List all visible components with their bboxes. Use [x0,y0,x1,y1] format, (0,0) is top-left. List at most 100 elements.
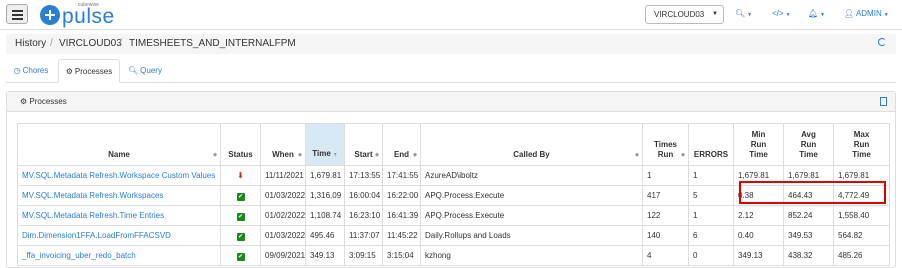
column-header-label: Called By [513,150,550,159]
gears-icon: ⚙ [65,67,73,76]
column-header-label: ERRORS [693,150,729,159]
error-download-icon: ⬇ [237,171,244,180]
cell-errors: 1 [688,165,734,186]
tab-query[interactable]: 🔍︎ Query [124,59,166,83]
column-header-when[interactable]: When ◆ [260,123,306,166]
cell-name[interactable]: MV.SQL.Metadata Refresh.Workspaces [17,185,221,206]
cell-status: ✔ [220,185,261,206]
cell-when: 01/03/2022 [260,225,306,246]
user-name: ADMIN [855,9,882,18]
export-icon[interactable] [880,97,887,106]
cell-avg: 852.24 [783,205,834,226]
sort-icon: ◆ [413,152,417,158]
code-icon: </> [772,9,784,18]
column-header-avg-run-time[interactable]: Avg Run Time [783,123,834,166]
cell-times-run: 417 [642,185,689,206]
breadcrumb-server[interactable]: VIRCLOUD03 [59,38,122,49]
cell-called-by: kzhong [420,245,643,266]
table-row[interactable]: _ffa_invoicing_uber_redo_batch ✔ 09/09/202… [17,245,890,266]
breadcrumb-history[interactable]: History [15,38,46,49]
column-header-max-run-time[interactable]: Max Run Time [833,123,890,166]
pulse-logo-icon[interactable] [40,5,60,25]
cell-called-by: AzureAD\iboltz [420,165,643,186]
column-header-label: Start [354,150,373,159]
column-header-end[interactable]: End ◆ [382,123,421,166]
column-header-errors[interactable]: ERRORS [688,123,734,166]
cell-avg: 438.32 [783,245,834,266]
breadcrumb-separator: / [119,38,122,49]
column-header-label: Avg [801,130,816,139]
cell-max: 485.26 [833,245,890,266]
cell-name[interactable]: MV.SQL.Metadata Refresh.Workspace Custom… [17,165,221,186]
table-row[interactable]: MV.SQL.Metadata Refresh.Time Entries ✔ 01/… [17,205,890,226]
sort-icon: ◆ [213,152,217,158]
tab-chores[interactable]: ◷ Chores [6,59,56,83]
column-header-label: Time [852,150,871,159]
breadcrumb-separator: / [50,38,53,49]
user-menu[interactable]: 👤︎ ADMIN ▼ [844,9,889,18]
column-header-status[interactable]: Status [220,123,261,166]
column-header-time[interactable]: Time ▼ [305,123,345,166]
column-header-label: Name [108,150,130,159]
cell-min: 349.13 [733,245,784,266]
column-header-label: Run [853,140,870,149]
tab-processes[interactable]: ⚙ Processes [58,59,120,83]
logo-text[interactable]: pulse [62,5,115,29]
cell-status: ✔ [220,225,261,246]
column-header-times-run[interactable]: Times Run ◆ [642,123,689,166]
cell-start: 3:09:15 [344,245,383,266]
menu-toggle-button[interactable] [6,4,28,24]
cell-name[interactable]: _ffa_invoicing_uber_redo_batch [17,245,221,266]
highlight-annotation-box [739,181,886,204]
sort-icon: ◆ [681,152,685,158]
column-header-min-run-time[interactable]: Min Run Time [733,123,784,166]
cell-avg: 349.53 [783,225,834,246]
cell-status: ✔ [220,245,261,266]
cell-start: 17:13:55 [344,165,383,186]
search-icon: 🔍︎ [735,9,746,18]
breadcrumb: History / VIRCLOUD03 / TIMESHEETS_AND_IN… [6,34,896,54]
cell-time: 1,679.81 [305,165,345,186]
success-check-icon: ✔ [236,232,245,241]
column-header-label: Status [228,150,253,159]
column-header-label: End [393,150,410,159]
clock-icon: ◷ [13,66,21,75]
code-menu[interactable]: </> ▼ [772,9,791,18]
success-check-icon: ✔ [236,212,245,221]
cell-errors: 6 [688,225,734,246]
refresh-icon[interactable] [878,38,886,46]
column-header-label: Time [749,150,768,159]
cell-end: 16:22:00 [382,185,421,206]
search-menu[interactable]: 🔍︎ ▼ [735,9,752,18]
top-navbar: cubewise pulse VIRCLOUD03 ▼ 🔍︎ ▼ </> ▼ 🔔︎ ▼… [0,0,902,30]
cell-times-run: 122 [642,205,689,226]
tab-chores-label: Chores [22,66,49,75]
table-header-row: Name ◆ Status When ◆ Time ▼ Start ◆ End ◆ Called By… [17,123,890,166]
bell-icon: 🔔︎ [808,9,819,18]
processes-panel: ⚙ Processes Name ◆ Status When ◆ Time ▼ Start ◆ E… [6,91,896,268]
cell-called-by: APQ.Process.Execute [420,205,643,226]
panel-title-text: Processes [29,97,67,106]
cell-start: 16:23:10 [344,205,383,226]
cell-times-run: 4 [642,245,689,266]
column-header-label: Run [800,140,817,149]
cell-start: 11:37:07 [344,225,383,246]
column-header-label: When [272,150,294,159]
column-header-called-by[interactable]: Called By ◆ [420,123,643,166]
column-header-label: Time [312,149,331,158]
notifications-menu[interactable]: 🔔︎ ▼ [808,9,825,18]
cell-called-by: Daily.Rollups and Loads [420,225,643,246]
cell-status: ⬇ [220,165,261,186]
table-row[interactable]: Dim.Dimension1FFA.LoadFromFFACSVD ✔ 01/03/… [17,225,890,246]
sort-icon: ◆ [298,152,302,158]
cell-name[interactable]: Dim.Dimension1FFA.LoadFromFFACSVD [17,225,221,246]
column-header-start[interactable]: Start ◆ [344,123,383,166]
column-header-label: Times [654,140,677,149]
cell-times-run: 140 [642,225,689,246]
column-header-label: Max [853,130,870,139]
sort-icon: ◆ [635,152,639,158]
column-header-name[interactable]: Name ◆ [17,123,221,166]
cell-name[interactable]: MV.SQL.Metadata Refresh.Time Entries [17,205,221,226]
column-header-label: Run [657,150,674,159]
server-select[interactable]: VIRCLOUD03 ▼ [645,5,724,24]
